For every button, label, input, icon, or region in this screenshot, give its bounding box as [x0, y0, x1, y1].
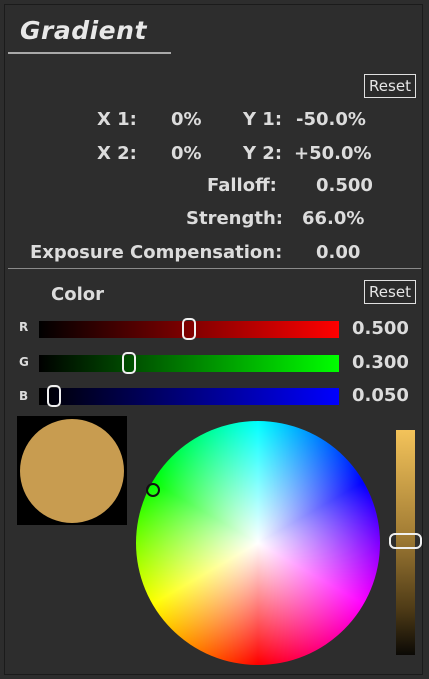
- red-slider[interactable]: [39, 318, 339, 340]
- strength-label: Strength:: [186, 208, 283, 229]
- red-value[interactable]: 0.500: [352, 318, 409, 339]
- blue-channel-label: B: [19, 389, 29, 403]
- color-label: Color: [51, 284, 104, 305]
- exposure-compensation-label: Exposure Compensation:: [30, 242, 283, 263]
- blue-slider[interactable]: [39, 385, 339, 407]
- y2-label: Y 2:: [243, 143, 283, 164]
- y1-label: Y 1:: [243, 109, 283, 130]
- green-value[interactable]: 0.300: [352, 352, 409, 373]
- x2-label: X 2:: [97, 143, 137, 164]
- color-reset-button[interactable]: Reset: [364, 280, 416, 304]
- strength-value[interactable]: 66.0%: [302, 208, 364, 229]
- falloff-label: Falloff:: [207, 175, 277, 196]
- x1-value[interactable]: 0%: [171, 109, 202, 130]
- color-wheel[interactable]: [136, 421, 380, 665]
- color-swatch: [20, 419, 124, 523]
- falloff-value[interactable]: 0.500: [316, 175, 373, 196]
- y2-value[interactable]: +50.0%: [294, 143, 372, 164]
- y1-value[interactable]: -50.0%: [296, 109, 366, 130]
- title-underline: [8, 52, 171, 54]
- section-divider: [8, 268, 421, 269]
- green-slider-thumb[interactable]: [122, 352, 136, 374]
- exposure-compensation-value[interactable]: 0.00: [316, 242, 360, 263]
- red-slider-thumb[interactable]: [182, 318, 196, 340]
- panel-title: Gradient: [20, 16, 147, 45]
- green-slider[interactable]: [39, 352, 339, 374]
- red-channel-label: R: [19, 320, 29, 334]
- green-channel-label: G: [19, 355, 29, 369]
- blue-value[interactable]: 0.050: [352, 385, 409, 406]
- x2-value[interactable]: 0%: [171, 143, 202, 164]
- color-wheel-marker[interactable]: [146, 483, 160, 497]
- x1-label: X 1:: [97, 109, 137, 130]
- brightness-slider-thumb[interactable]: [389, 533, 422, 549]
- blue-slider-thumb[interactable]: [47, 385, 61, 407]
- reset-button[interactable]: Reset: [364, 74, 416, 98]
